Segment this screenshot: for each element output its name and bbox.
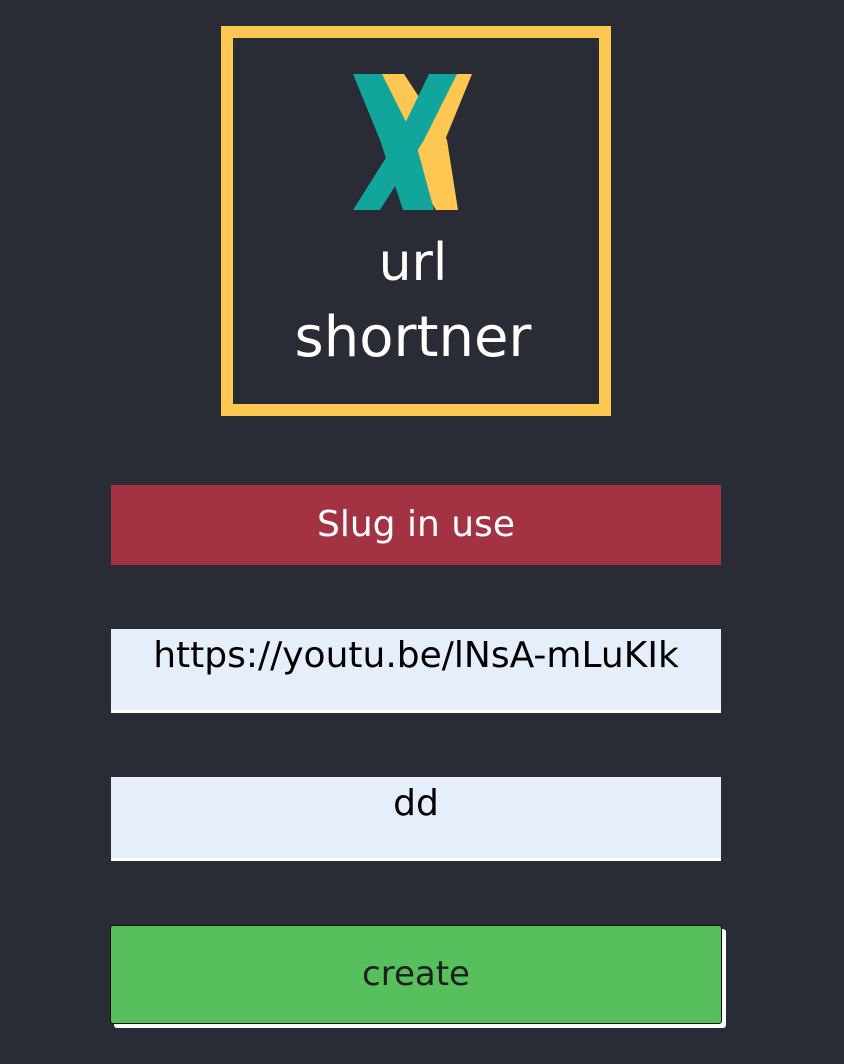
url-shortner-logo: url shortner bbox=[221, 26, 611, 416]
logo-graphic: url shortner bbox=[295, 74, 533, 370]
logo-line1: url bbox=[379, 233, 448, 293]
create-button[interactable]: create bbox=[110, 925, 722, 1024]
page: url shortner Slug in use create bbox=[0, 0, 844, 1064]
error-banner: Slug in use bbox=[111, 485, 721, 565]
slug-input[interactable] bbox=[111, 777, 721, 861]
logo-line2: shortner bbox=[295, 305, 533, 370]
url-input[interactable] bbox=[111, 629, 721, 713]
